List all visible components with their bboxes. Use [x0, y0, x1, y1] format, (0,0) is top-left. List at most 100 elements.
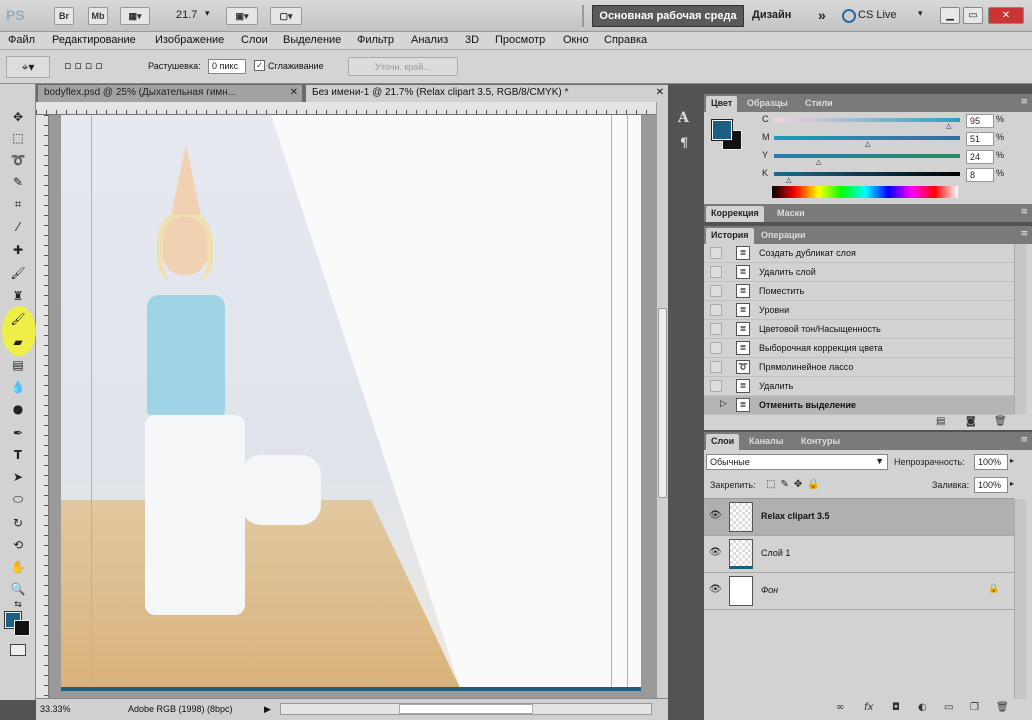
fill-dropdown-icon[interactable]: ▸: [1010, 479, 1014, 488]
menu-layers[interactable]: Слои: [241, 34, 268, 46]
black-slider[interactable]: [774, 172, 960, 176]
fill-input[interactable]: 100%: [974, 477, 1008, 493]
workspace-design-button[interactable]: Дизайн: [752, 9, 791, 21]
menu-select[interactable]: Выделение: [283, 34, 341, 46]
layer-style-icon[interactable]: fx: [864, 702, 873, 713]
black-slider-handle[interactable]: △: [786, 176, 791, 184]
yellow-slider-handle[interactable]: △: [816, 158, 821, 166]
maximize-icon[interactable]: ▭: [963, 7, 983, 24]
panel-menu-icon[interactable]: ≡: [1020, 97, 1028, 107]
blend-mode-select[interactable]: Обычные ▼: [706, 454, 888, 470]
selection-mode-icons[interactable]: ▫▫▫▫: [64, 59, 106, 72]
new-document-from-state-icon[interactable]: ▤: [936, 416, 945, 427]
mini-bridge-button[interactable]: Mb: [88, 7, 108, 25]
menu-window[interactable]: Окно: [563, 34, 589, 46]
magenta-slider-handle[interactable]: △: [865, 140, 870, 148]
status-zoom[interactable]: 33.33%: [40, 704, 71, 714]
cs-live-dropdown-icon[interactable]: ▾: [918, 9, 923, 19]
brush-tool-icon[interactable]: 🖌: [8, 264, 28, 282]
history-item[interactable]: ≣ Удалить слой: [704, 263, 1014, 282]
blur-tool-icon[interactable]: 💧: [8, 378, 28, 396]
delete-icon[interactable]: 🗑: [994, 416, 1007, 427]
history-item[interactable]: ≣ Поместить: [704, 282, 1014, 301]
cyan-value[interactable]: 95: [966, 114, 994, 128]
horizontal-ruler[interactable]: [36, 102, 656, 115]
healing-brush-tool-icon[interactable]: ✚: [8, 241, 28, 259]
lock-options-icons[interactable]: ⬚✎✥🔒: [766, 479, 825, 490]
type-tool-icon[interactable]: T: [8, 446, 28, 464]
cyan-slider-handle[interactable]: △: [946, 122, 951, 130]
view-extras-button[interactable]: ▦▾: [120, 7, 150, 25]
black-value[interactable]: 8: [966, 168, 994, 182]
character-panel-icon[interactable]: A: [678, 110, 689, 126]
layer-row-selected[interactable]: 👁 Relax clipart 3.5: [704, 499, 1014, 536]
quick-selection-tool-icon[interactable]: ✎: [8, 173, 28, 191]
path-selection-tool-icon[interactable]: ➤: [8, 468, 28, 486]
background-color-swatch[interactable]: [14, 620, 30, 636]
layer-row[interactable]: 👁 Фон 🔒: [704, 573, 1014, 610]
new-group-icon[interactable]: ▭: [944, 702, 953, 713]
magenta-value[interactable]: 51: [966, 132, 994, 146]
menu-help[interactable]: Справка: [604, 34, 647, 46]
scroll-thumb[interactable]: [658, 308, 667, 498]
layer-name[interactable]: Слой 1: [761, 548, 790, 558]
yellow-value[interactable]: 24: [966, 150, 994, 164]
adjustment-layer-icon[interactable]: ◐: [918, 702, 927, 713]
visibility-eye-icon[interactable]: 👁: [709, 547, 723, 559]
layer-mask-icon[interactable]: ◘: [892, 702, 900, 713]
close-icon[interactable]: ✕: [988, 7, 1024, 24]
gradient-tool-icon[interactable]: ▤: [8, 356, 28, 374]
history-item[interactable]: ≣ Цветовой тон/Насыщенность: [704, 320, 1014, 339]
zoom-dropdown-icon[interactable]: ▾: [205, 9, 210, 19]
3d-rotate-tool-icon[interactable]: ↻: [8, 514, 28, 532]
opacity-input[interactable]: 100%: [974, 454, 1008, 470]
history-item[interactable]: ≣ Уровни: [704, 301, 1014, 320]
tab-history[interactable]: История: [706, 228, 754, 244]
history-item[interactable]: ➰ Прямолинейное лассо: [704, 358, 1014, 377]
layers-scrollbar[interactable]: [1014, 499, 1026, 699]
history-item-active[interactable]: ▷ ≣ Отменить выделение: [704, 396, 1014, 415]
history-brush-tool-icon[interactable]: 🖌: [8, 310, 28, 328]
close-tab-icon[interactable]: ✕: [656, 87, 664, 98]
cs-live-button[interactable]: CS Live: [858, 9, 897, 21]
vertical-ruler[interactable]: [36, 115, 49, 698]
marquee-tool-icon[interactable]: ⬚: [8, 129, 28, 147]
document-canvas[interactable]: [49, 115, 656, 698]
tab-channels[interactable]: Каналы: [744, 434, 788, 450]
menu-edit[interactable]: Редактирование: [52, 34, 136, 46]
shape-tool-icon[interactable]: ⬭: [8, 490, 28, 508]
panel-foreground-swatch[interactable]: [712, 120, 732, 140]
minimize-icon[interactable]: ▁: [940, 7, 960, 24]
zoom-level[interactable]: 21.7: [176, 9, 197, 21]
visibility-eye-icon[interactable]: 👁: [709, 584, 723, 596]
menu-3d[interactable]: 3D: [465, 34, 479, 46]
link-layers-icon[interactable]: ∞: [836, 702, 844, 713]
history-item[interactable]: ≣ Выборочная коррекция цвета: [704, 339, 1014, 358]
3d-orbit-tool-icon[interactable]: ⟲: [8, 536, 28, 554]
close-tab-icon[interactable]: ✕: [290, 87, 298, 98]
history-scrollbar[interactable]: [1014, 244, 1026, 414]
layer-name[interactable]: Relax clipart 3.5: [761, 511, 830, 521]
cyan-slider[interactable]: [774, 118, 960, 122]
refine-edge-button[interactable]: Уточн. край...: [348, 57, 458, 76]
clone-stamp-tool-icon[interactable]: ♜: [8, 287, 28, 305]
panel-menu-icon[interactable]: ≡: [1020, 229, 1028, 239]
scroll-thumb[interactable]: [399, 704, 533, 714]
tab-bodyflex[interactable]: bodyflex.psd @ 25% (Дыхательная гимн... …: [38, 85, 302, 102]
layer-name[interactable]: Фон: [761, 585, 778, 595]
tab-masks[interactable]: Маски: [772, 206, 810, 222]
tab-adjustments[interactable]: Коррекция: [706, 206, 764, 222]
layer-row[interactable]: 👁 Слой 1: [704, 536, 1014, 573]
tab-paths[interactable]: Контуры: [796, 434, 845, 450]
eyedropper-tool-icon[interactable]: ⁄: [8, 218, 28, 236]
eraser-tool-icon[interactable]: ▰: [8, 333, 28, 351]
bridge-button[interactable]: Br: [54, 7, 74, 25]
tool-preset-picker[interactable]: ⌖▾: [6, 56, 50, 78]
antialias-checkbox[interactable]: ✓: [254, 60, 265, 71]
vertical-scrollbar[interactable]: [656, 102, 668, 698]
panel-menu-icon[interactable]: ≡: [1020, 435, 1028, 445]
color-ramp[interactable]: [772, 186, 958, 198]
new-snapshot-icon[interactable]: ◙: [966, 416, 976, 427]
tab-layers[interactable]: Слои: [706, 434, 740, 450]
tab-styles[interactable]: Стили: [800, 96, 838, 112]
